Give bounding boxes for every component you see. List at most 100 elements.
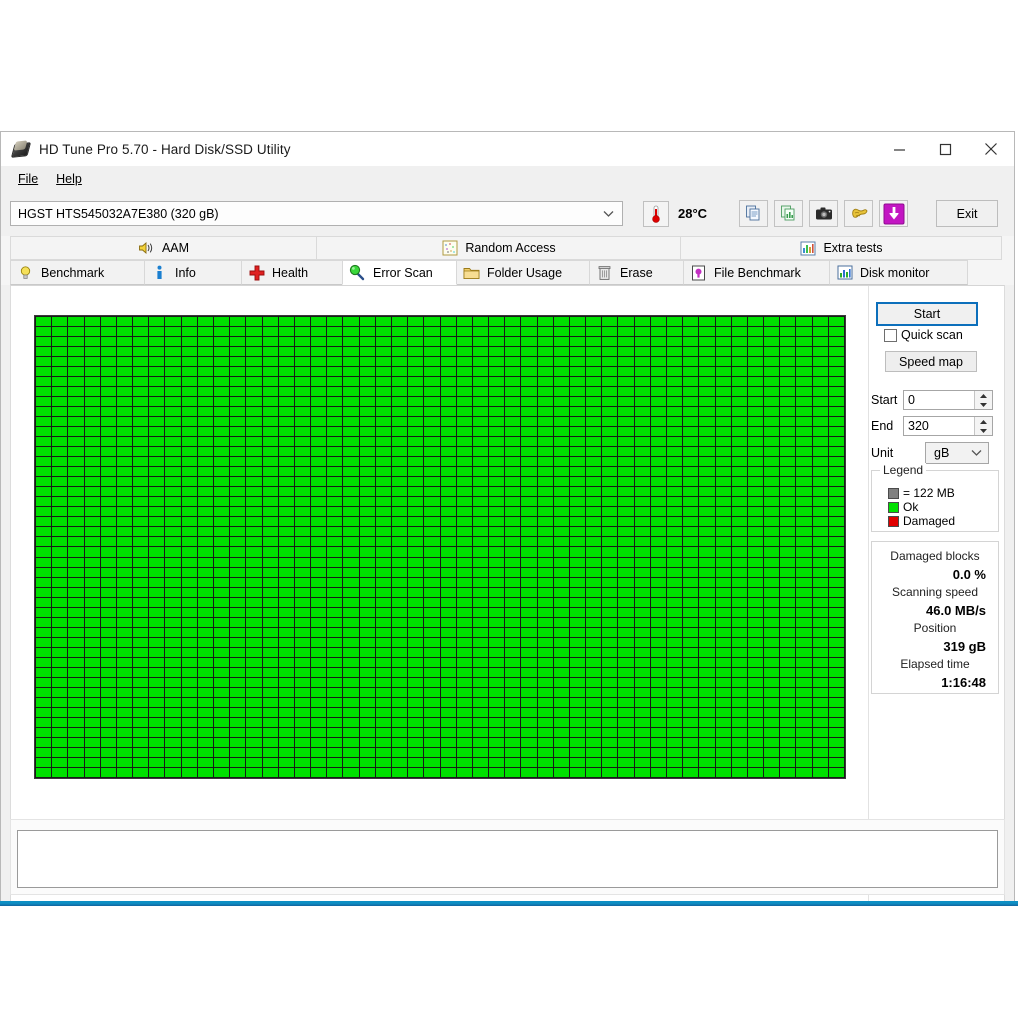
block-cell [311, 568, 326, 577]
drive-select[interactable]: HGST HTS545032A7E380 (320 gB) [10, 201, 623, 226]
sidebar-item-info[interactable]: Info [144, 260, 242, 285]
start-stepper[interactable] [974, 391, 992, 409]
block-cell [230, 397, 245, 406]
block-cell [182, 507, 197, 516]
sidebar-item-file-benchmark[interactable]: File Benchmark [683, 260, 830, 285]
block-cell [764, 678, 779, 687]
sidebar-item-folder-usage[interactable]: Folder Usage [456, 260, 590, 285]
block-cell [279, 357, 294, 366]
stepper-down-icon[interactable] [975, 400, 992, 409]
block-cell [165, 658, 180, 667]
block-cell [732, 668, 747, 677]
menu-item-help[interactable]: Help [47, 169, 91, 189]
block-cell [85, 467, 100, 476]
block-cell [829, 748, 844, 757]
block-cell [424, 327, 439, 336]
block-cell [683, 337, 698, 346]
block-cell [764, 457, 779, 466]
block-cell [263, 457, 278, 466]
unit-select[interactable]: gB [925, 442, 989, 464]
block-cell [521, 527, 536, 536]
block-cell [52, 678, 67, 687]
block-cell [149, 628, 164, 637]
sidebar-item-benchmark[interactable]: Benchmark [10, 260, 145, 285]
minimize-icon[interactable] [876, 132, 922, 166]
sidebar-item-health[interactable]: Health [241, 260, 343, 285]
block-cell [683, 347, 698, 356]
start-input[interactable]: 0 [903, 390, 993, 410]
end-input[interactable]: 320 [903, 416, 993, 436]
block-cell [165, 397, 180, 406]
block-cell [263, 407, 278, 416]
maximize-icon[interactable] [922, 132, 968, 166]
stepper-down-icon[interactable] [975, 426, 992, 435]
block-cell [327, 367, 342, 376]
block-cell [586, 427, 601, 436]
menu-item-file[interactable]: File [9, 169, 47, 189]
stepper-up-icon[interactable] [975, 417, 992, 426]
block-cell [813, 407, 828, 416]
block-cell [489, 467, 504, 476]
block-cell [441, 397, 456, 406]
end-stepper[interactable] [974, 417, 992, 435]
block-cell [182, 497, 197, 506]
block-cell [586, 467, 601, 476]
block-cell [699, 397, 714, 406]
block-cell [408, 537, 423, 546]
block-cell [457, 728, 472, 737]
sidebar-item-disk-monitor[interactable]: Disk monitor [829, 260, 968, 285]
block-cell [570, 327, 585, 336]
block-cell [683, 467, 698, 476]
log-textbox[interactable] [17, 830, 998, 888]
block-cell [246, 658, 261, 667]
block-cell [457, 588, 472, 597]
tab-aam[interactable]: AAM [10, 236, 317, 260]
tab-random-access[interactable]: Random Access [316, 236, 681, 260]
sidebar-item-error-scan[interactable]: Error Scan [342, 260, 457, 285]
block-cell [68, 568, 83, 577]
block-cell [52, 527, 67, 536]
save-download-icon[interactable] [879, 200, 908, 227]
block-cell [182, 758, 197, 767]
copy-graph-icon[interactable] [774, 200, 803, 227]
close-icon[interactable] [968, 132, 1014, 166]
block-cell [748, 327, 763, 336]
stat-label-scanning-speed: Scanning speed [872, 584, 998, 601]
block-cell [538, 457, 553, 466]
block-cell [489, 527, 504, 536]
block-cell [392, 497, 407, 506]
block-cell [117, 317, 132, 326]
sidebar-item-erase[interactable]: Erase [589, 260, 684, 285]
block-cell [489, 758, 504, 767]
quick-scan-checkbox[interactable]: Quick scan [884, 328, 963, 342]
block-map[interactable] [34, 315, 846, 779]
block-cell [85, 547, 100, 556]
copy-report-icon[interactable] [739, 200, 768, 227]
block-cell [36, 487, 51, 496]
block-cell [748, 738, 763, 747]
block-cell [295, 678, 310, 687]
block-cell [117, 507, 132, 516]
block-cell [829, 628, 844, 637]
settings-gear-icon[interactable] [844, 200, 873, 227]
block-cell [295, 768, 310, 777]
block-cell [263, 507, 278, 516]
block-cell [327, 397, 342, 406]
block-cell [813, 648, 828, 657]
start-button[interactable]: Start [877, 303, 977, 325]
block-cell [343, 748, 358, 757]
block-cell [716, 467, 731, 476]
stepper-up-icon[interactable] [975, 391, 992, 400]
file-benchmark-icon [690, 264, 707, 281]
block-cell [554, 447, 569, 456]
block-cell [343, 547, 358, 556]
tab-extra-tests[interactable]: Extra tests [680, 236, 1002, 260]
exit-button[interactable]: Exit [936, 200, 998, 227]
block-cell [182, 397, 197, 406]
tab-label: Benchmark [41, 266, 104, 280]
block-cell [52, 568, 67, 577]
block-cell [392, 658, 407, 667]
screenshot-camera-icon[interactable] [809, 200, 838, 227]
block-cell [214, 517, 229, 526]
speed-map-button[interactable]: Speed map [885, 351, 977, 372]
